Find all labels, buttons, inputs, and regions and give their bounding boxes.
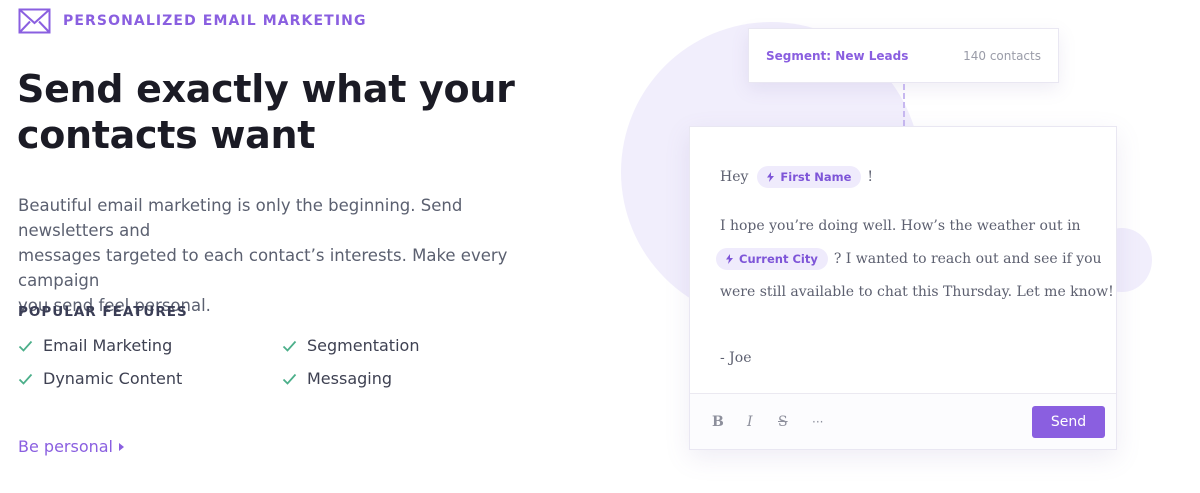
signoff: - Joe [720,350,752,366]
page-title: Send exactly what your contacts want [17,66,577,158]
feature-label: Messaging [307,369,393,388]
check-icon [282,340,297,352]
tag-label: Current City [739,252,818,266]
check-icon [18,373,33,385]
segment-card: Segment: New Leads 140 contacts [748,28,1059,83]
body-line-1: I hope you’re doing well. How’s the weat… [720,218,1081,234]
bold-icon[interactable]: B [712,414,724,430]
greeting-line: Hey First Name ! [720,166,873,188]
feature-email-marketing: Email Marketing [18,336,172,355]
connector-line [903,84,905,126]
email-preview-card: Hey First Name ! I hope you’re doing wel… [689,126,1117,450]
body-line-3: were still available to chat this Thursd… [720,284,1114,300]
body-line-2-text: ? I wanted to reach out and see if you [833,251,1102,267]
feature-messaging: Messaging [282,369,392,388]
features-title: POPULAR FEATURES [18,304,188,320]
tag-label: First Name [780,170,852,184]
lead-paragraph: Beautiful email marketing is only the be… [18,193,558,318]
check-icon [18,340,33,352]
greeting-text: Hey [720,169,749,185]
feature-label: Email Marketing [43,336,173,355]
body-line-2: Current City ? I wanted to reach out and… [716,248,1102,270]
bolt-icon [767,172,775,182]
strikethrough-icon[interactable]: S [778,414,788,430]
cta-label: Be personal [18,437,113,456]
headline-line-1: Send exactly what your [17,67,515,111]
eyebrow: PERSONALIZED EMAIL MARKETING [18,6,367,36]
segment-label: Segment: New Leads [766,48,909,63]
be-personal-link[interactable]: Be personal [18,437,124,456]
send-button[interactable]: Send [1032,406,1105,438]
editor-toolbar: B I S ··· Send [690,393,1116,449]
exclaim-text: ! [867,169,874,185]
bolt-icon [726,254,733,264]
lead-line-2: messages targeted to each contact’s inte… [18,246,508,290]
headline-line-2: contacts want [17,113,316,157]
current-city-tag[interactable]: Current City [716,248,828,270]
first-name-tag[interactable]: First Name [757,166,862,188]
caret-right-icon [119,442,124,451]
feature-segmentation: Segmentation [282,336,419,355]
eyebrow-label: PERSONALIZED EMAIL MARKETING [63,13,367,29]
envelope-icon [18,8,51,34]
feature-label: Dynamic Content [43,369,183,388]
feature-label: Segmentation [307,336,420,355]
feature-dynamic-content: Dynamic Content [18,369,182,388]
more-options-icon[interactable]: ··· [812,415,823,429]
lead-line-1: Beautiful email marketing is only the be… [18,196,463,240]
check-icon [282,373,297,385]
italic-icon[interactable]: I [747,414,753,430]
segment-count: 140 contacts [963,48,1041,63]
